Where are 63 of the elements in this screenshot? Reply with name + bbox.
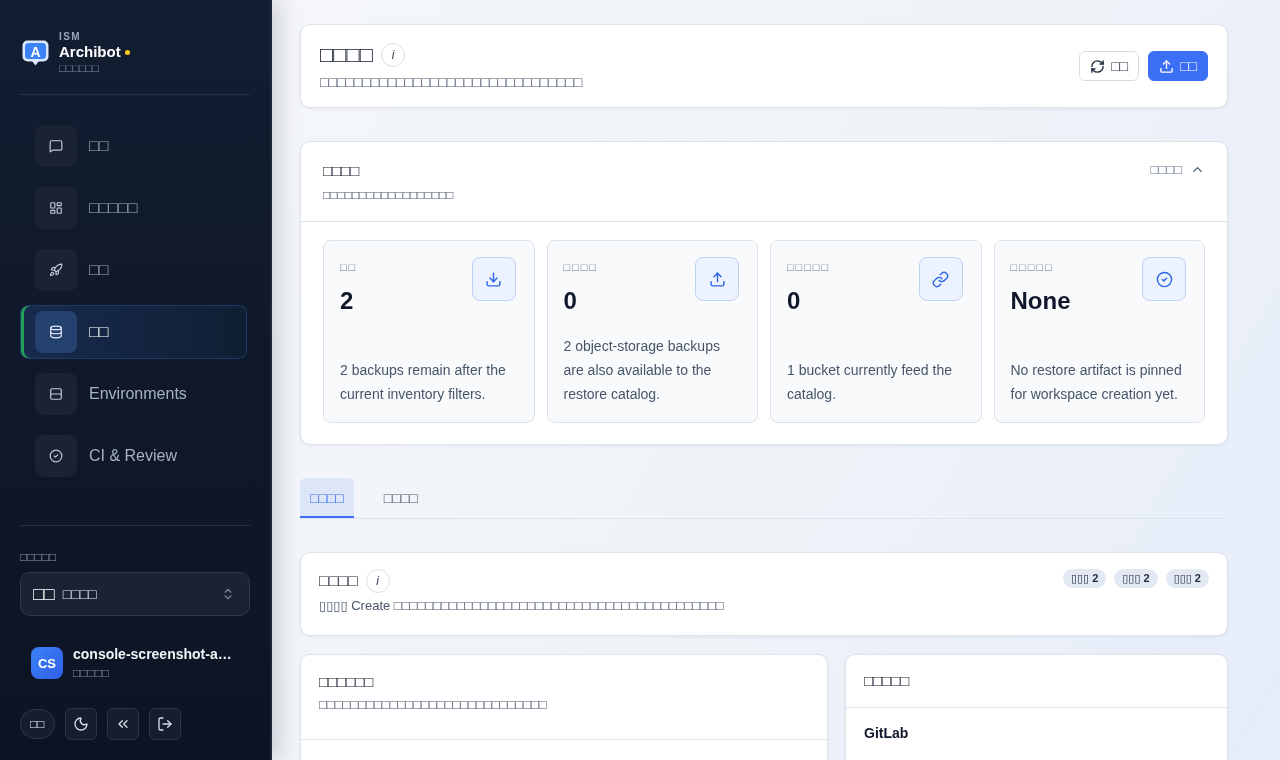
stat-label: □□□□□ — [787, 260, 831, 274]
collapse-sidebar-button[interactable] — [106, 708, 139, 740]
theme-button[interactable] — [64, 708, 97, 740]
chat-icon — [35, 125, 77, 167]
primary-action-button[interactable]: □□ — [1148, 51, 1208, 81]
database-icon — [35, 311, 77, 353]
status-dot-icon — [124, 49, 130, 55]
sidebar-nav-item[interactable]: Environments — [20, 367, 247, 421]
sidebar-nav-item[interactable]: □□ — [20, 119, 247, 173]
tab[interactable]: □□□□ — [300, 478, 354, 518]
count-badge: ▯▯▯ 2 — [1165, 569, 1209, 588]
user-name: console-screenshot-a… — [73, 645, 232, 663]
tab[interactable]: □□□□ — [373, 478, 428, 518]
stat-description: No restore artifact is pinned for workspace creation yet. — [1010, 361, 1183, 404]
sidebar-nav-item[interactable]: □□□□□ — [20, 181, 247, 235]
summary-title: □□□□ — [323, 161, 361, 181]
sidebar-nav-item[interactable]: □□ — [20, 305, 247, 359]
stat-label: □□ — [340, 260, 358, 274]
stat-description: 2 object‑storage backups are also available to the restore catalog. — [563, 337, 721, 404]
logout-icon — [156, 716, 173, 732]
count-badge: ▯▯▯ 2 — [1062, 569, 1107, 588]
sidebar-nav-item[interactable]: □□ — [20, 243, 247, 297]
app-name: Archibot — [59, 43, 121, 61]
user-avatar: CS — [31, 647, 63, 679]
language-button[interactable]: □□ — [20, 709, 55, 739]
panel-title: □□□□□ — [864, 671, 911, 691]
rocket-icon — [35, 249, 77, 291]
stat-value: 0 — [787, 286, 802, 316]
section-description: ▯▯▯▯ Create □□□□□□□□□□□□□□□□□□□□□□□□□□□□□□□□□□□□□□□□□□ — [319, 597, 725, 615]
panel-subtitle: □□□□□□□□□□□□□□□□□□□□□□□□□□□□□ — [319, 696, 548, 714]
dashboard-icon — [35, 187, 77, 229]
stat-value: 0 — [563, 286, 578, 316]
page-subtitle: □□□□□□□□□□□□□□□□□□□□□□□□□□□□□□□ — [320, 73, 583, 91]
secondary-action-button[interactable]: □□ — [1079, 51, 1140, 81]
provider-name: GitLab — [864, 725, 909, 741]
info-button[interactable]: i — [381, 43, 406, 67]
stat-description: 1 bucket currently feed the catalog. — [787, 361, 953, 404]
summary-subtitle: □□□□□□□□□□□□□□□□□□ — [323, 187, 454, 203]
stat-description: 2 backups remain after the current inventory filters. — [340, 361, 507, 404]
download-icon — [471, 257, 516, 301]
refresh-icon — [1090, 58, 1106, 74]
stat-value: None — [1010, 286, 1071, 316]
logout-button[interactable] — [148, 708, 181, 740]
page-title: □□□□ — [320, 41, 374, 69]
brand-eyebrow: ISM — [59, 31, 82, 43]
workspace-select[interactable]: □□ □□□□ — [20, 572, 250, 616]
upload-icon — [695, 257, 739, 301]
collapse-toggle[interactable]: □□□□ — [1150, 162, 1205, 177]
upload-icon — [1159, 58, 1175, 74]
moon-icon — [72, 716, 89, 732]
panel-title: □□□□□□ — [319, 672, 375, 692]
workspace-label: □□□□□ — [20, 549, 58, 565]
app-subtitle: □□□□□□ — [59, 61, 100, 75]
stat-value: 2 — [340, 286, 355, 316]
stat-label: □□□□ — [563, 260, 598, 274]
stacked-panels-icon — [35, 373, 77, 415]
user-role: □□□□□ — [73, 666, 111, 681]
link-icon — [918, 257, 963, 301]
stat-label: □□□□□ — [1010, 260, 1055, 274]
info-button[interactable]: i — [365, 569, 390, 593]
section-title: □□□□ — [319, 571, 358, 591]
sidebar-nav-item[interactable]: CI & Review — [20, 429, 247, 483]
count-badge: ▯▯▯ 2 — [1114, 569, 1158, 588]
